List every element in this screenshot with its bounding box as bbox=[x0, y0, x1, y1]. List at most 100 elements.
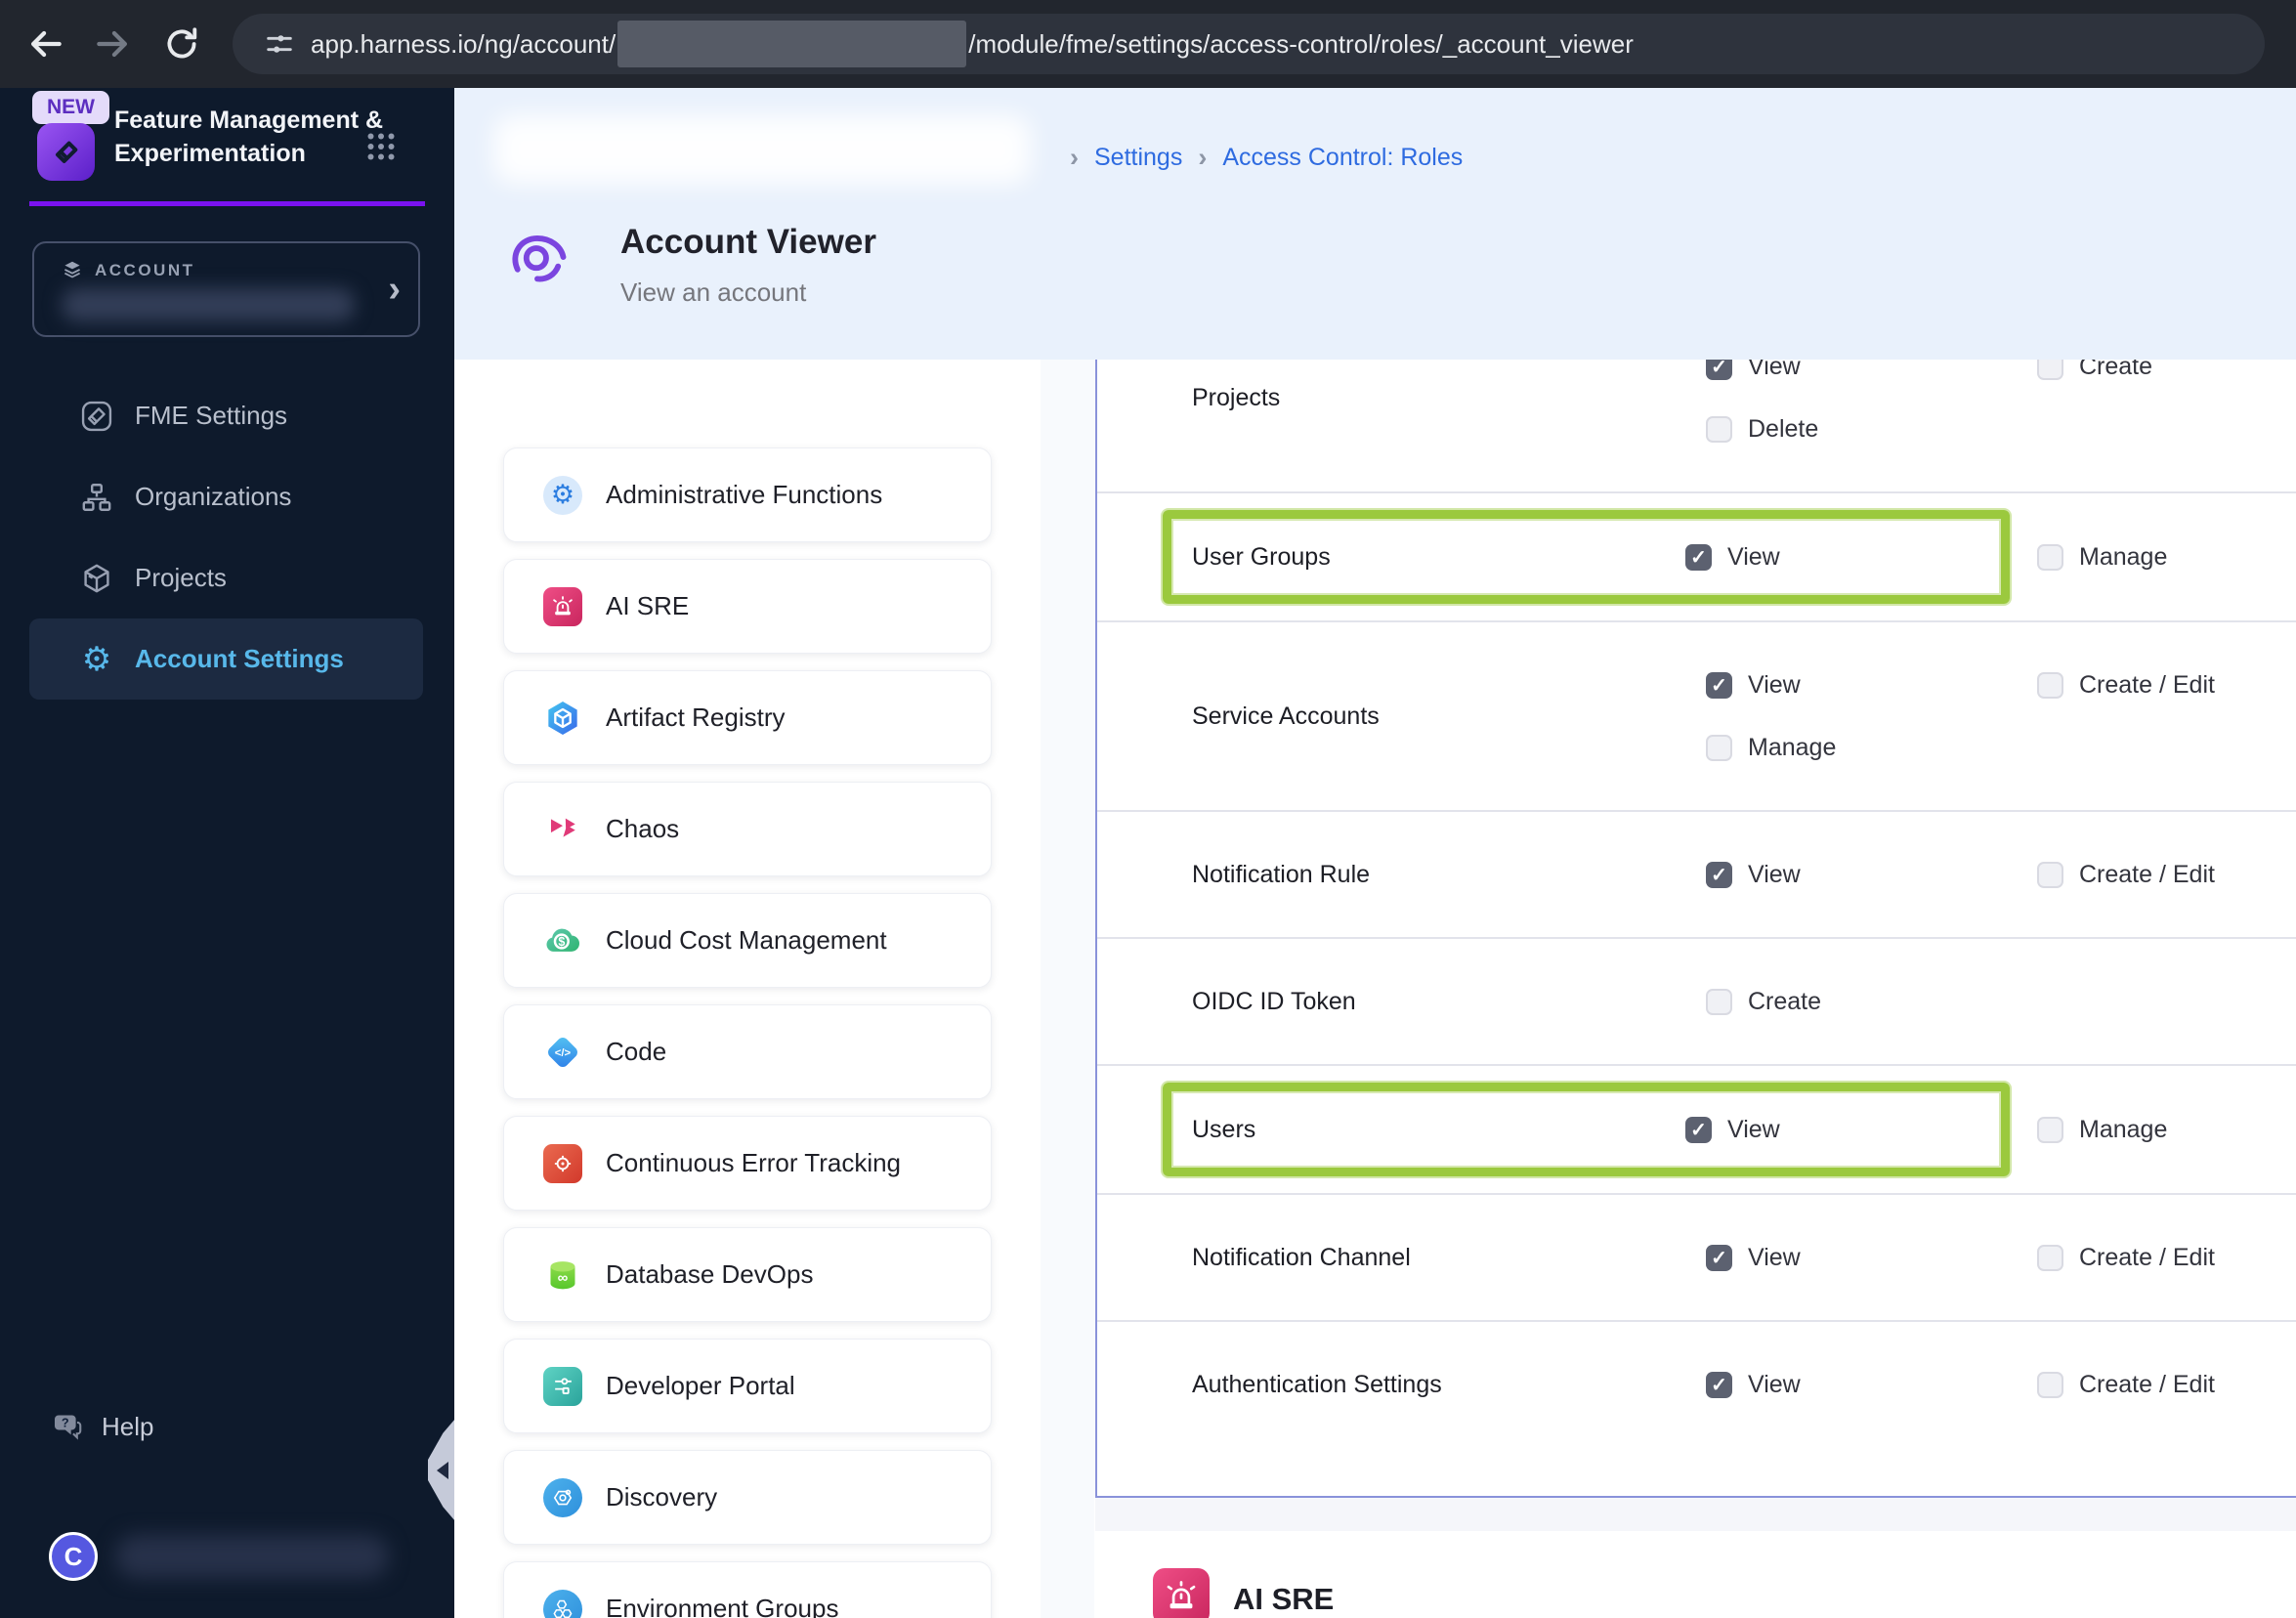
module-card-ai-sre[interactable]: AI SRE bbox=[503, 559, 992, 654]
page-subtitle: View an account bbox=[620, 277, 807, 307]
module-card-administrative-functions[interactable]: ⚙ Administrative Functions bbox=[503, 447, 992, 542]
module-label: Developer Portal bbox=[606, 1371, 795, 1400]
url-text[interactable]: app.harness.io/ng/account/ /module/fme/se… bbox=[311, 21, 1634, 67]
module-card-chaos[interactable]: Chaos bbox=[503, 782, 992, 876]
permission-option[interactable]: Create / Edit bbox=[2037, 667, 2215, 703]
module-card-code[interactable]: </> Code bbox=[503, 1004, 992, 1099]
sidebar-item-account-settings[interactable]: ⚙ Account Settings bbox=[29, 618, 423, 700]
app-grid-icon[interactable] bbox=[363, 129, 399, 169]
chevron-right-icon: › bbox=[1070, 143, 1079, 172]
permission-column-2: Create / Edit bbox=[2037, 667, 2215, 703]
module-card-database-devops[interactable]: ∞ Database DevOps bbox=[503, 1227, 992, 1322]
checkbox-unchecked-icon[interactable] bbox=[2037, 1371, 2063, 1398]
resource-label: Authentication Settings bbox=[1192, 1370, 1442, 1398]
module-label: Chaos bbox=[606, 814, 680, 843]
checkbox-unchecked-icon[interactable] bbox=[1706, 988, 1732, 1015]
permission-option-label: Create / Edit bbox=[2079, 1243, 2215, 1271]
account-scope-label: ACCOUNT bbox=[95, 261, 195, 279]
sidebar-collapse-handle[interactable] bbox=[428, 1419, 455, 1521]
permission-option[interactable]: Manage bbox=[1706, 730, 2037, 765]
permission-option-label: View bbox=[1748, 1370, 1801, 1398]
permission-column-2: Manage bbox=[2037, 1112, 2167, 1147]
checkbox-unchecked-icon[interactable] bbox=[2037, 360, 2063, 380]
breadcrumb: › Settings › Access Control: Roles bbox=[1070, 143, 1463, 173]
user-menu[interactable]: C bbox=[49, 1532, 389, 1581]
checkbox-unchecked-icon[interactable] bbox=[1706, 734, 1732, 761]
module-card-environment-groups[interactable]: Environment Groups bbox=[503, 1561, 992, 1618]
checkbox-checked-icon[interactable] bbox=[1706, 360, 1732, 380]
permission-option[interactable]: View bbox=[1706, 360, 2037, 384]
ai-sre-section: AI SRE bbox=[1095, 1531, 2296, 1618]
permission-option-label: View bbox=[1748, 360, 1801, 380]
green-marker-highlight: Users View bbox=[1163, 1083, 2010, 1176]
checkbox-checked-icon[interactable] bbox=[1685, 1116, 1712, 1143]
browser-forward-button[interactable] bbox=[86, 17, 141, 71]
permission-option-label: Manage bbox=[2079, 1115, 2168, 1143]
module-card-artifact-registry[interactable]: Artifact Registry bbox=[503, 670, 992, 765]
checkbox-unchecked-icon[interactable] bbox=[2037, 1244, 2063, 1271]
checkbox-unchecked-icon[interactable] bbox=[2037, 1116, 2063, 1143]
permission-columns: View Manage Create / Edit bbox=[1706, 667, 2215, 765]
module-label: Database DevOps bbox=[606, 1259, 814, 1289]
url-suffix: /module/fme/settings/access-control/role… bbox=[968, 28, 1634, 59]
checkbox-unchecked-icon[interactable] bbox=[1706, 415, 1732, 443]
address-bar[interactable]: app.harness.io/ng/account/ /module/fme/se… bbox=[233, 14, 2265, 74]
permission-option-label: Create bbox=[1748, 987, 1822, 1015]
help-button[interactable]: ? Help bbox=[49, 1409, 153, 1444]
permission-option[interactable]: Create / Edit bbox=[2037, 1240, 2215, 1275]
fme-logo-icon[interactable] bbox=[37, 123, 95, 181]
permission-option[interactable]: Manage bbox=[2037, 539, 2167, 575]
checkbox-checked-icon[interactable] bbox=[1706, 671, 1732, 699]
permission-option[interactable]: View bbox=[1706, 1367, 2037, 1402]
permission-columns: View Create / Edit bbox=[1706, 1240, 2215, 1275]
checkbox-checked-icon[interactable] bbox=[1685, 543, 1712, 571]
site-settings-icon[interactable] bbox=[258, 22, 301, 65]
fme-settings-icon bbox=[78, 398, 115, 435]
permission-option-label: Create / Edit bbox=[2079, 670, 2215, 699]
siren-icon bbox=[1153, 1568, 1210, 1618]
checkbox-unchecked-icon[interactable] bbox=[2037, 543, 2063, 571]
account-selector[interactable]: ACCOUNT › bbox=[32, 241, 420, 337]
permission-option[interactable]: Create bbox=[2037, 360, 2152, 384]
breadcrumb-roles-link[interactable]: Access Control: Roles bbox=[1222, 144, 1463, 172]
permission-option[interactable]: View bbox=[1706, 857, 2037, 892]
green-marker-highlight: User Groups View bbox=[1163, 510, 2010, 604]
permission-row-projects: Projects View Delete Create bbox=[1097, 360, 2296, 493]
code-icon: </> bbox=[543, 1033, 582, 1072]
panel-gutter bbox=[1041, 360, 1094, 1618]
main-area: › Settings › Access Control: Roles Accou… bbox=[454, 88, 2296, 1618]
permission-option[interactable]: View bbox=[1706, 667, 2037, 703]
browser-reload-button[interactable] bbox=[154, 17, 209, 71]
sidebar-item-fme-settings[interactable]: FME Settings bbox=[29, 375, 423, 456]
permission-option[interactable]: Manage bbox=[2037, 1112, 2167, 1147]
permission-option[interactable]: Create bbox=[1706, 984, 2037, 1019]
permission-option[interactable]: Delete bbox=[1706, 411, 2037, 447]
permission-option[interactable]: Create / Edit bbox=[2037, 857, 2215, 892]
module-card-developer-portal[interactable]: Developer Portal bbox=[503, 1339, 992, 1433]
breadcrumb-account-redacted bbox=[493, 115, 1031, 184]
browser-back-button[interactable] bbox=[18, 17, 72, 71]
checkbox-unchecked-icon[interactable] bbox=[2037, 861, 2063, 888]
permission-option[interactable]: View bbox=[1685, 1112, 2017, 1147]
permission-option[interactable]: Create / Edit bbox=[2037, 1367, 2215, 1402]
permission-option[interactable]: View bbox=[1706, 1240, 2037, 1275]
module-card-cloud-cost-management[interactable]: $ Cloud Cost Management bbox=[503, 893, 992, 988]
sidebar-item-projects[interactable]: Projects bbox=[29, 537, 423, 618]
sidebar-item-label: Projects bbox=[135, 563, 227, 592]
permission-column-1: Create bbox=[1706, 984, 2037, 1019]
module-label: Code bbox=[606, 1037, 667, 1066]
browser-toolbar: app.harness.io/ng/account/ /module/fme/se… bbox=[0, 0, 2296, 88]
permission-column-1: View bbox=[1685, 539, 2017, 575]
avatar[interactable]: C bbox=[49, 1532, 98, 1581]
sidebar-item-organizations[interactable]: Organizations bbox=[29, 456, 423, 537]
account-name-redacted bbox=[62, 288, 355, 321]
module-card-discovery[interactable]: Discovery bbox=[503, 1450, 992, 1545]
checkbox-checked-icon[interactable] bbox=[1706, 861, 1732, 888]
module-card-continuous-error-tracking[interactable]: Continuous Error Tracking bbox=[503, 1116, 992, 1211]
permission-option[interactable]: View bbox=[1685, 539, 2017, 575]
checkbox-unchecked-icon[interactable] bbox=[2037, 671, 2063, 699]
user-name-redacted bbox=[115, 1535, 389, 1578]
checkbox-checked-icon[interactable] bbox=[1706, 1244, 1732, 1271]
checkbox-checked-icon[interactable] bbox=[1706, 1371, 1732, 1398]
breadcrumb-settings-link[interactable]: Settings bbox=[1094, 144, 1182, 172]
